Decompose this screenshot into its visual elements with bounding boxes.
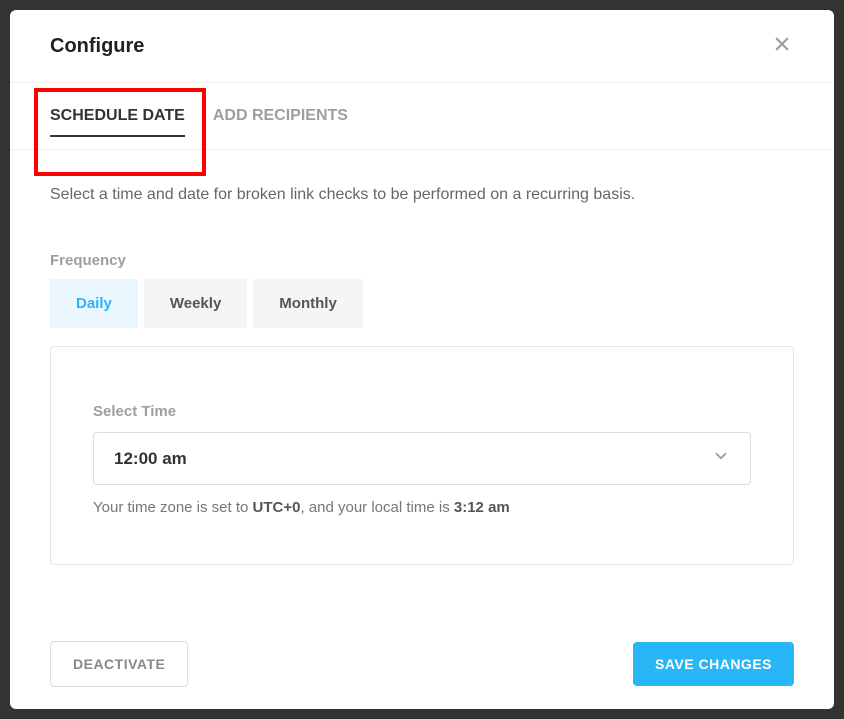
frequency-group: Daily Weekly Monthly	[50, 279, 794, 328]
close-icon	[773, 35, 791, 58]
modal-header: Configure	[10, 10, 834, 83]
tab-add-recipients[interactable]: ADD RECIPIENTS	[213, 83, 348, 149]
tz-prefix: Your time zone is set to	[93, 499, 253, 516]
tz-local: 3:12 am	[454, 499, 510, 516]
chevron-down-icon	[712, 447, 730, 470]
tab-schedule-date[interactable]: SCHEDULE DATE	[50, 83, 185, 149]
time-select-value: 12:00 am	[114, 449, 187, 469]
configure-modal: Configure SCHEDULE DATE ADD RECIPIENTS S…	[10, 10, 834, 709]
frequency-label: Frequency	[50, 252, 794, 269]
description-text: Select a time and date for broken link c…	[50, 186, 794, 204]
frequency-daily[interactable]: Daily	[50, 279, 138, 328]
tabs: SCHEDULE DATE ADD RECIPIENTS	[10, 83, 834, 150]
modal-body: Select a time and date for broken link c…	[10, 150, 834, 565]
tz-mid: , and your local time is	[300, 499, 453, 516]
deactivate-button[interactable]: DEACTIVATE	[50, 641, 188, 687]
select-time-label: Select Time	[93, 403, 751, 420]
close-button[interactable]	[770, 34, 794, 58]
tz-value: UTC+0	[253, 499, 301, 516]
time-select[interactable]: 12:00 am	[93, 432, 751, 485]
frequency-monthly[interactable]: Monthly	[253, 279, 363, 328]
modal-title: Configure	[50, 35, 144, 58]
timezone-info: Your time zone is set to UTC+0, and your…	[93, 499, 751, 516]
modal-footer: DEACTIVATE SAVE CHANGES	[50, 641, 794, 687]
time-panel: Select Time 12:00 am Your time zone is s…	[50, 346, 794, 565]
frequency-weekly[interactable]: Weekly	[144, 279, 247, 328]
save-changes-button[interactable]: SAVE CHANGES	[633, 642, 794, 686]
